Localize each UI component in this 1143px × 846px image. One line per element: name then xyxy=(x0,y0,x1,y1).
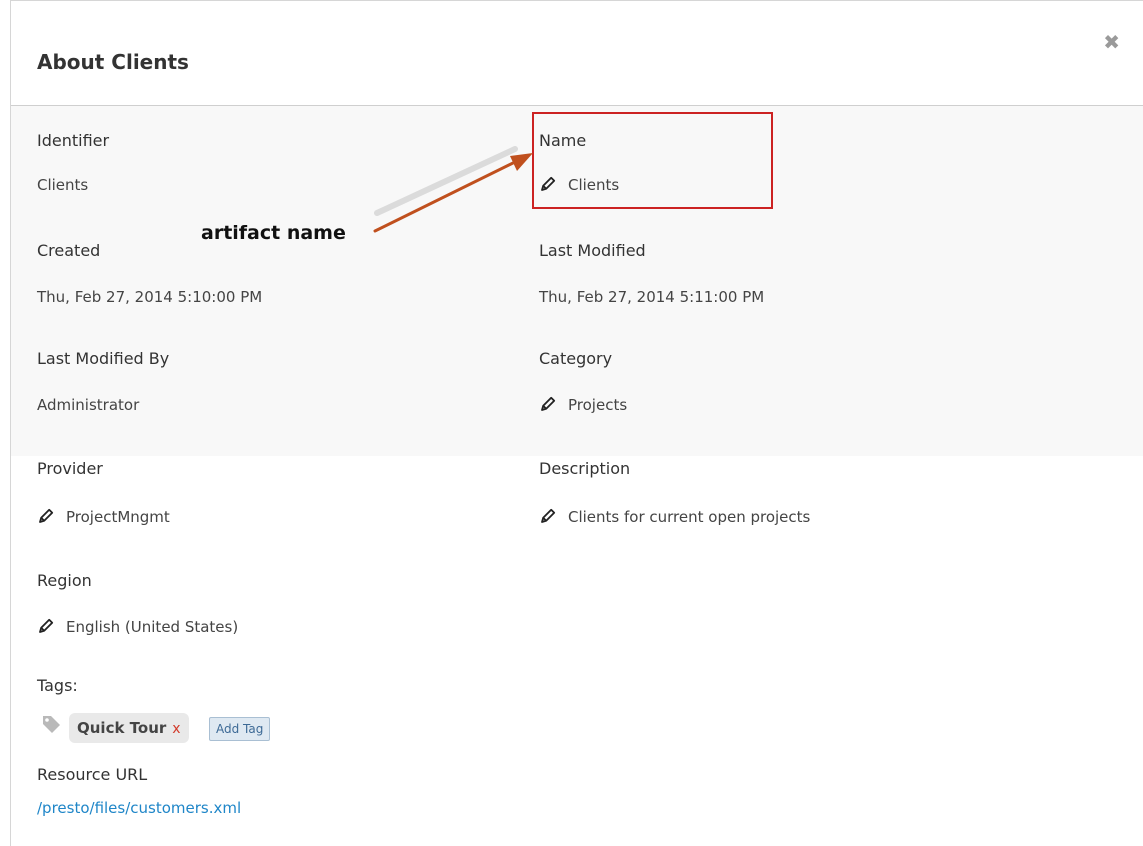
annotation-arrow xyxy=(373,146,533,233)
about-dialog: About Clients ✖ Identifier Clients Name … xyxy=(10,0,1143,846)
